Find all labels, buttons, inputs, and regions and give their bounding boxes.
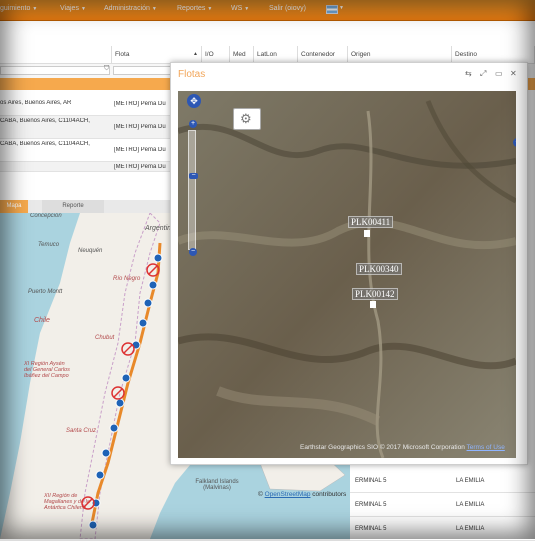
page-header [0,21,535,46]
language-flag-icon[interactable] [326,5,338,14]
chevron-down-icon: ▼ [207,6,213,12]
top-navigation-bar: guimiento ▼ Viajes ▼ Administración ▼ Repor… [0,0,535,21]
column-contenedor[interactable]: Contenedor [298,46,348,63]
chevron-down-icon: ▼ [151,6,157,12]
row-location: CABA, Buenos Aires, C1104ACH, [0,118,90,124]
osm-link[interactable]: OpenStreetMap [265,491,311,498]
column-io[interactable]: I/O [202,46,230,63]
row-destino: LA EMILIA [456,502,485,508]
row-fleet: [METRO] Pema Du [114,101,166,107]
chevron-down-icon: ▼ [80,6,86,12]
satellite-terrain [178,91,516,458]
menu-reportes[interactable]: Reportes ▼ [177,5,212,12]
chevron-down-icon: ▼ [32,6,38,12]
tab-reporte[interactable]: Reporte [42,200,104,213]
row-destino: LA EMILIA [456,526,485,532]
vehicle-marker-icon[interactable] [370,301,376,308]
menu-ws[interactable]: WS ▼ [231,5,249,12]
table-row[interactable]: ERMINAL 5 LA EMILIA [350,518,535,541]
tab-mapa[interactable]: Mapa [0,200,28,213]
maximize-icon[interactable]: ▭ [495,69,503,78]
column-destino[interactable]: Destino [452,46,535,63]
row-origen: ERMINAL 5 [355,526,387,532]
expand-icon[interactable]: ⤢ [480,69,486,79]
table-row[interactable]: ERMINAL 5 LA EMILIA [350,494,535,517]
map-tabs: Mapa Reporte [0,200,170,214]
zoom-slider-handle[interactable]: − [189,172,198,179]
zoom-in-button[interactable]: + [189,120,197,128]
gear-icon: ⚙ [240,111,252,126]
filter-funnel-icon[interactable]: ⛉ [104,65,109,73]
table-row[interactable]: ERMINAL 5 LA EMILIA [350,470,535,493]
pin-icon[interactable]: ⇆ [465,69,472,78]
vehicle-plate-label[interactable]: PLK00411 [348,216,394,228]
vehicle-marker-icon[interactable] [364,230,370,237]
row-origen: ERMINAL 5 [355,478,387,484]
row-destino: LA EMILIA [456,478,485,484]
dialog-title: Flotas [178,69,206,80]
close-icon[interactable]: ✕ [510,69,517,78]
table-row[interactable]: CABA, Buenos Aires, C1104ACH, [METRO] Pe… [0,116,170,139]
column-med[interactable]: Med [230,46,254,63]
chevron-down-icon: ▼ [339,5,344,11]
satellite-map[interactable]: ✥ + − − ⚙ + PLK00411 PLK00340 PLK00142 E… [178,91,516,458]
vehicle-plate-label[interactable]: PLK00340 [356,263,402,275]
terms-of-use-link[interactable]: Terms of Use [467,444,505,451]
filter-input-location[interactable] [0,66,110,75]
table-row[interactable]: CABA, Buenos Aires, C1104ACH, [METRO] Pe… [0,139,170,162]
menu-seguimiento[interactable]: guimiento ▼ [0,5,37,12]
table-row[interactable]: [METRO] Pema Du [0,162,170,172]
map-attribution: © OpenStreetMap contributors [258,491,347,498]
menu-salir[interactable]: Salir (oiovy) [269,5,306,12]
pan-arrows-icon[interactable]: ✥ [187,94,201,108]
satellite-attribution: Earthstar Geographics SIO © 2017 Microso… [300,444,505,451]
layer-switcher-button[interactable]: + [513,138,516,147]
vehicle-plate-label[interactable]: PLK00142 [352,288,398,300]
layer-settings-button[interactable]: ⚙ [233,108,261,130]
column-flota[interactable]: Flota ▲ [112,46,202,63]
chevron-down-icon: ▼ [244,6,250,12]
menu-administracion[interactable]: Administración ▼ [104,5,157,12]
row-fleet: [METRO] Pema Du [114,164,166,170]
row-fleet: [METRO] Pema Du [114,147,166,153]
flotas-dialog: Flotas ⇆ ⤢ ▭ ✕ ✥ + − − ⚙ PLK00411 PLK003… [170,62,528,465]
column-origen[interactable]: Origen [348,46,452,63]
row-fleet: [METRO] Pema Du [114,124,166,130]
zoom-out-button[interactable]: − [189,248,197,256]
column-location [0,46,112,63]
table-row[interactable]: os Aires, Buenos Aires, AR [METRO] Pema … [0,93,170,116]
row-location: CABA, Buenos Aires, C1104ACH, [0,141,90,147]
menu-viajes[interactable]: Viajes ▼ [60,5,86,12]
row-location: os Aires, Buenos Aires, AR [0,100,72,106]
row-origen: ERMINAL 5 [355,502,387,508]
sort-arrow-icon: ▲ [193,51,198,57]
filter-input-flota[interactable] [113,66,173,75]
zoom-slider-track[interactable] [188,130,196,250]
column-latlon[interactable]: LatLon [254,46,298,63]
